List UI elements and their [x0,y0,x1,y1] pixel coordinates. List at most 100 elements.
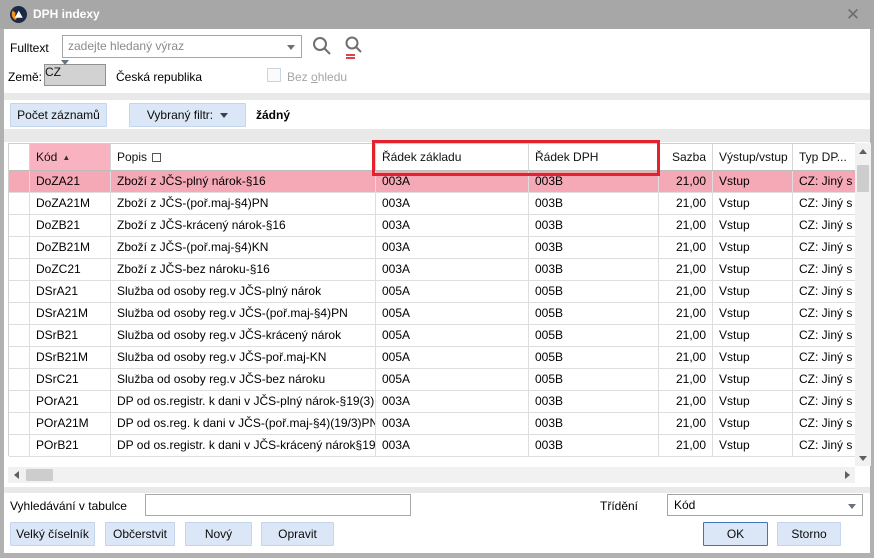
header-popis[interactable]: Popis [111,144,376,170]
row-selector[interactable] [9,391,30,412]
cell-dph: 005B [529,325,659,346]
table-row[interactable]: DSrB21MSlužba od osoby reg.v JČS-poř.maj… [9,347,855,369]
table-row[interactable]: POrA21MDP od os.reg. k dani v JČS-(poř.m… [9,413,855,435]
table-row[interactable]: POrA21DP od os.registr. k dani v JČS-pln… [9,391,855,413]
scroll-left-button[interactable] [8,467,24,483]
new-button[interactable]: Nový [185,522,252,546]
cell-zaklad: 003A [376,171,529,192]
row-selector[interactable] [9,193,30,214]
cell-sazba: 21,00 [659,237,713,258]
country-select[interactable]: CZ [44,64,106,86]
close-icon[interactable]: ✕ [840,3,866,27]
scroll-right-button[interactable] [839,467,855,483]
selected-filter-label: Vybraný filtr: [147,104,213,126]
record-count-button[interactable]: Počet záznamů [10,103,107,127]
table-row[interactable]: DSrC21Služba od osoby reg.v JČS-bez náro… [9,369,855,391]
selected-filter-dropdown[interactable]: Vybraný filtr: [129,103,246,127]
cell-zaklad: 005A [376,369,529,390]
header-kod[interactable]: Kód▲ [30,144,111,170]
bez-ohledu-checkbox[interactable] [267,68,281,82]
triangle-left-icon [14,471,19,479]
row-selector[interactable] [9,347,30,368]
refresh-button[interactable]: Občerstvit [105,522,175,546]
cell-zaklad: 003A [376,259,529,280]
row-selector[interactable] [9,215,30,236]
cell-popis: Služba od osoby reg.v JČS-bez nároku [111,369,376,390]
table-row[interactable]: DSrA21MSlužba od osoby reg.v JČS-(poř.ma… [9,303,855,325]
row-selector[interactable] [9,303,30,324]
header-radek-zakladu[interactable]: Řádek základu [376,144,529,170]
triangle-up-icon [859,149,867,154]
cell-dph: 003B [529,237,659,258]
app-logo-icon [10,6,27,23]
window-border-bottom [0,553,874,558]
table-row[interactable]: DSrB21Služba od osoby reg.v JČS-krácený … [9,325,855,347]
scroll-down-button[interactable] [855,450,871,466]
cell-typ: CZ: Jiný s [793,281,855,302]
cell-kod: DoZA21M [30,193,111,214]
fulltext-combobox[interactable]: zadejte hledaný výraz [62,35,302,58]
cell-dph: 003B [529,171,659,192]
row-selector[interactable] [9,237,30,258]
header-popis-label: Popis [117,150,147,164]
table-search-input[interactable] [145,494,411,516]
cell-zaklad: 003A [376,435,529,456]
cell-typ: CZ: Jiný s [793,303,855,324]
table-row[interactable]: DoZA21MZboží z JČS-(poř.maj-§4)PN003A003… [9,193,855,215]
cell-vstup: Vstup [713,237,793,258]
cell-kod: DoZB21 [30,215,111,236]
row-selector[interactable] [9,413,30,434]
titlebar[interactable]: DPH indexy ✕ [0,0,874,29]
row-selector[interactable] [9,259,30,280]
cell-zaklad: 003A [376,215,529,236]
advanced-search-button[interactable] [342,35,366,59]
row-selector[interactable] [9,171,30,192]
chevron-down-icon [848,504,856,509]
edit-button[interactable]: Opravit [261,522,334,546]
header-radek-dph[interactable]: Řádek DPH [529,144,659,170]
row-selector[interactable] [9,369,30,390]
table-row[interactable]: DoZA21Zboží z JČS-plný nárok-§16003A003B… [9,171,855,193]
vertical-scrollbar-thumb[interactable] [857,165,869,192]
cell-kod: DoZC21 [30,259,111,280]
cell-dph: 005B [529,303,659,324]
cell-typ: CZ: Jiný s [793,325,855,346]
big-list-button[interactable]: Velký číselník [10,522,95,546]
header-vystup-vstup[interactable]: Výstup/vstup [713,144,793,170]
horizontal-scrollbar-thumb[interactable] [26,469,53,481]
separator [4,93,870,100]
row-selector[interactable] [9,435,30,456]
cell-vstup: Vstup [713,369,793,390]
header-sazba[interactable]: Sazba [659,144,713,170]
fulltext-placeholder: zadejte hledaný výraz [68,39,184,53]
scroll-up-button[interactable] [855,143,871,159]
search-button[interactable] [310,35,334,59]
horizontal-scrollbar[interactable] [8,467,855,483]
table-row[interactable]: POrB21DP od os.registr. k dani v JČS-krá… [9,435,855,457]
table-row[interactable]: DoZC21Zboží z JČS-bez nároku-§16003A003B… [9,259,855,281]
cancel-button[interactable]: Storno [777,522,841,546]
cell-kod: DSrA21 [30,281,111,302]
header-selector[interactable] [9,144,30,170]
table-row[interactable]: DSrA21Služba od osoby reg.v JČS-plný nár… [9,281,855,303]
header-typ-dp[interactable]: Typ DP... [793,144,855,170]
row-selector[interactable] [9,281,30,302]
cell-vstup: Vstup [713,347,793,368]
ok-button[interactable]: OK [703,522,768,546]
table-row[interactable]: DoZB21Zboží z JČS-krácený nárok-§16003A0… [9,215,855,237]
cell-kod: POrA21M [30,413,111,434]
cell-popis: Služba od osoby reg.v JČS-(poř.maj-§4)PN [111,303,376,324]
cell-typ: CZ: Jiný s [793,237,855,258]
triangle-right-icon [845,471,850,479]
table-row[interactable]: DoZB21MZboží z JČS-(poř.maj-§4)KN003A003… [9,237,855,259]
cell-typ: CZ: Jiný s [793,413,855,434]
sort-dropdown[interactable]: Kód [667,494,863,516]
vertical-scrollbar[interactable] [855,143,871,466]
cell-zaklad: 003A [376,391,529,412]
cell-dph: 003B [529,215,659,236]
cell-dph: 003B [529,413,659,434]
row-selector[interactable] [9,325,30,346]
cell-dph: 003B [529,193,659,214]
cell-typ: CZ: Jiný s [793,391,855,412]
cell-vstup: Vstup [713,281,793,302]
